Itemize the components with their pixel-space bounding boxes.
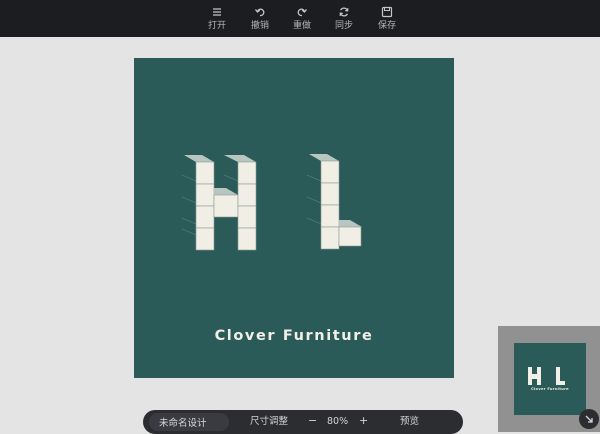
sync-button[interactable]: 同步: [326, 4, 362, 34]
minimap-toggle-button[interactable]: [579, 409, 599, 429]
open-label: 打开: [207, 21, 226, 31]
minimap-canvas-thumbnail: Clover Furniture: [514, 343, 586, 415]
menu-icon: [213, 8, 221, 16]
zoom-in-button[interactable]: +: [359, 414, 368, 428]
resize-button[interactable]: 尺寸调整: [250, 415, 288, 429]
bottom-bar: 尺寸调整 − 80% + 预览: [143, 410, 463, 434]
sync-label: 同步: [334, 21, 353, 31]
sync-icon: [339, 7, 349, 17]
save-icon: [381, 6, 393, 18]
undo-icon: [254, 8, 265, 17]
minimap-brand-text: Clover Furniture: [531, 387, 569, 391]
redo-icon: [297, 8, 308, 17]
undo-button[interactable]: 撤销: [242, 4, 278, 34]
undo-label: 撤销: [250, 21, 269, 31]
save-label: 保存: [377, 21, 396, 31]
design-canvas[interactable]: Clover Furniture: [134, 58, 454, 378]
collapse-arrow-icon: [585, 415, 593, 423]
redo-button[interactable]: 重做: [284, 4, 320, 34]
zoom-level-display: 80%: [327, 416, 349, 427]
preview-button[interactable]: 预览: [400, 415, 419, 429]
redo-label: 重做: [292, 21, 311, 31]
save-button[interactable]: 保存: [369, 4, 405, 34]
minimap-logo-icon: [528, 367, 565, 385]
brand-name-text[interactable]: Clover Furniture: [134, 328, 454, 344]
zoom-out-button[interactable]: −: [308, 414, 317, 428]
open-button[interactable]: 打开: [199, 4, 235, 34]
top-toolbar: 打开 撤销 重做 同步 保存: [0, 0, 600, 37]
document-name-input[interactable]: [149, 413, 229, 431]
